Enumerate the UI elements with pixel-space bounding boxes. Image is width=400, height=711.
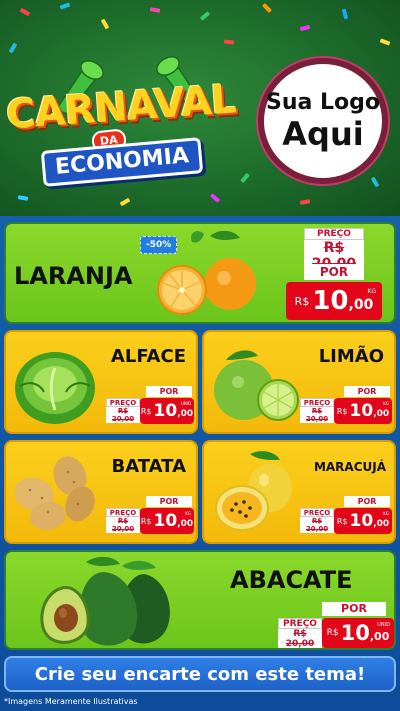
price-tag: R$ 10 ,00 UNID — [322, 618, 394, 648]
old-price: R$ 20,00 — [106, 517, 140, 533]
product-card-laranja: LARANJA -50% PREÇO R$ 20,00 POR R$ 10 ,0… — [4, 222, 396, 324]
currency-symbol: R$ — [336, 406, 348, 416]
passion-fruit-icon — [215, 451, 292, 531]
price-unit: UNID — [377, 622, 390, 628]
product-card-batata: BATATA POR PREÇO R$ 20,00 R$ 10 ,00 KG — [4, 440, 198, 544]
preco-label: PREÇO — [106, 508, 140, 517]
price-decimal: ,00 — [369, 630, 390, 643]
price-decimal: ,00 — [177, 519, 194, 529]
confetti-decoration — [8, 42, 18, 54]
por-label: POR — [304, 264, 364, 280]
por-label: POR — [322, 602, 386, 616]
avocado-icon — [40, 556, 170, 646]
product-card-alface: ALFACE POR PREÇO R$ 20,00 R$ 10 ,00 UNID — [4, 330, 198, 434]
price-tag: R$ 10 ,00 KG — [286, 282, 382, 320]
price-tag: R$ 10 ,00 UNID — [140, 398, 194, 424]
confetti-decoration — [370, 176, 380, 188]
disclaimer-text: *Imagens Meramente Ilustrativas — [4, 697, 138, 706]
preco-label: PREÇO — [304, 228, 364, 240]
logo-word-economia: ECONOMIA — [40, 137, 204, 187]
price-integer: 10 — [349, 511, 374, 531]
confetti-decoration — [19, 7, 31, 17]
price-unit: KG — [383, 511, 389, 516]
currency-symbol: R$ — [326, 628, 339, 638]
product-card-abacate: ABACATE POR PREÇO R$ 20,00 R$ 10 ,00 UNI… — [4, 550, 396, 650]
price-decimal: ,00 — [177, 409, 194, 419]
price-unit: UNID — [180, 401, 191, 406]
client-logo-placeholder: Sua Logo Aqui — [258, 58, 388, 184]
product-name: ABACATE — [230, 566, 353, 594]
client-logo-line2: Aqui — [282, 115, 364, 153]
confetti-decoration — [199, 11, 211, 21]
preco-label: PREÇO — [278, 618, 322, 629]
client-logo-line1: Sua Logo — [265, 90, 380, 115]
price-tag: R$ 10 ,00 KG — [140, 508, 194, 534]
confetti-decoration — [59, 2, 71, 10]
price-decimal: ,00 — [373, 519, 390, 529]
price-integer: 10 — [340, 621, 370, 645]
price-tag: R$ 10 ,00 KG — [334, 508, 392, 534]
price-tag: R$ 10 ,00 KG — [334, 398, 392, 424]
price-decimal: ,00 — [348, 297, 374, 313]
currency-symbol: R$ — [140, 516, 152, 526]
confetti-decoration — [119, 197, 131, 207]
product-name: BATATA — [111, 456, 186, 477]
price-unit: KG — [185, 511, 191, 516]
product-name: LARANJA — [14, 262, 133, 290]
carnaval-logo: CARNAVAL DA ECONOMIA — [5, 56, 246, 187]
product-name: MARACUJÁ — [313, 460, 386, 474]
price-unit: KG — [367, 288, 376, 295]
confetti-decoration — [17, 195, 29, 201]
currency-symbol: R$ — [336, 516, 348, 526]
product-name: LIMÃO — [318, 346, 384, 367]
potato-icon — [14, 456, 95, 531]
lime-icon — [214, 350, 299, 421]
por-label: POR — [344, 496, 390, 507]
price-unit: KG — [383, 401, 389, 406]
preco-label: PREÇO — [300, 398, 334, 407]
old-price: R$ 20,00 — [300, 517, 334, 533]
confetti-decoration — [299, 24, 311, 32]
confetti-decoration — [100, 18, 110, 30]
price-integer: 10 — [153, 511, 178, 531]
price-integer: 10 — [312, 286, 349, 316]
currency-symbol: R$ — [294, 294, 310, 308]
product-card-limao: LIMÃO POR PREÇO R$ 20,00 R$ 10 ,00 KG — [202, 330, 396, 434]
confetti-decoration — [379, 38, 391, 46]
currency-symbol: R$ — [140, 406, 152, 416]
confetti-decoration — [262, 3, 272, 13]
price-integer: 10 — [153, 401, 178, 421]
por-label: POR — [146, 496, 192, 507]
product-card-maracuja: MARACUJÁ POR PREÇO R$ 20,00 R$ 10 ,00 KG — [202, 440, 396, 544]
orange-icon — [157, 230, 256, 315]
lettuce-icon — [15, 352, 95, 424]
por-label: POR — [146, 386, 192, 397]
old-price: R$ 20,00 — [278, 629, 322, 648]
preco-label: PREÇO — [106, 398, 140, 407]
confetti-decoration — [223, 39, 235, 45]
preco-label: PREÇO — [300, 508, 334, 517]
product-name: ALFACE — [110, 346, 186, 367]
old-price: R$ 20,00 — [300, 407, 334, 423]
price-decimal: ,00 — [373, 409, 390, 419]
confetti-decoration — [149, 7, 161, 13]
price-integer: 10 — [349, 401, 374, 421]
confetti-decoration — [209, 193, 221, 203]
old-price: R$ 20,00 — [106, 407, 140, 423]
confetti-decoration — [299, 199, 311, 205]
confetti-decoration — [341, 8, 349, 20]
create-flyer-button[interactable]: Crie seu encarte com este tema! — [4, 656, 396, 692]
por-label: POR — [344, 386, 390, 397]
header-banner: CARNAVAL DA ECONOMIA Sua Logo Aqui — [0, 0, 400, 216]
